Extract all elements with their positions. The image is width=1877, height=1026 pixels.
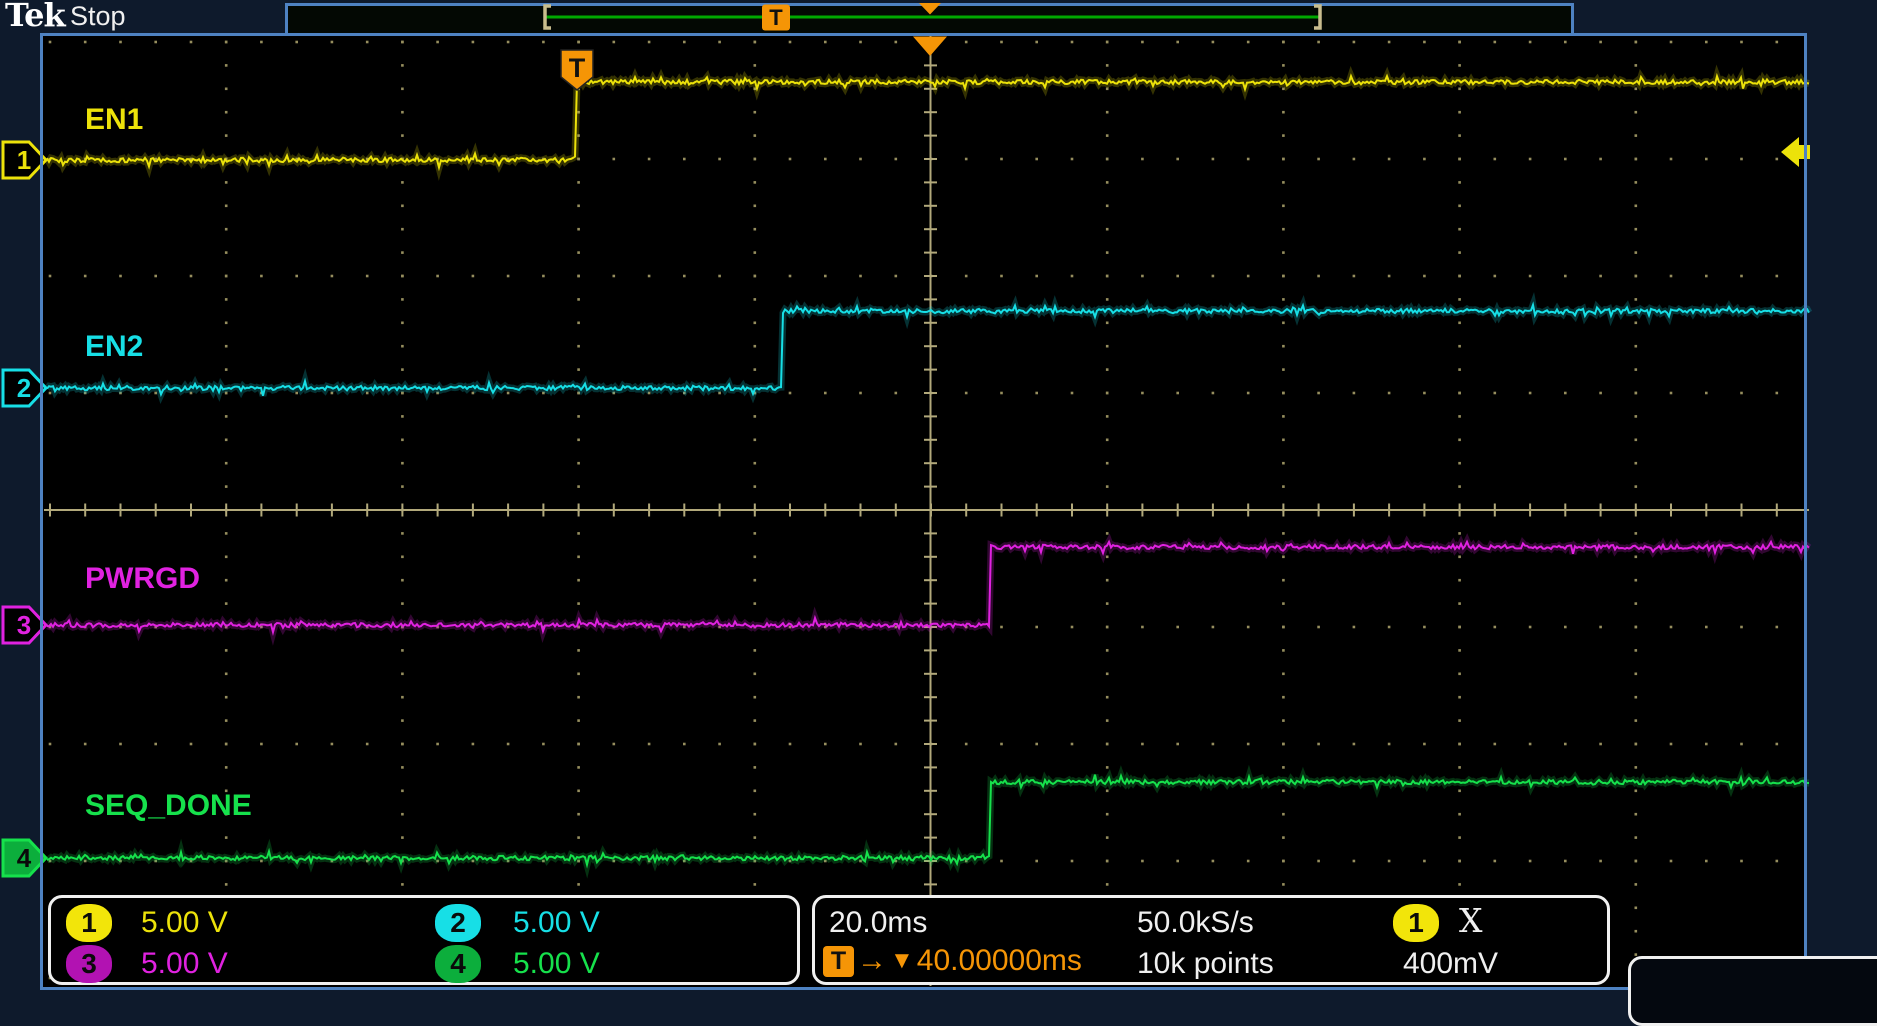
channel-scale-readout-box: 1 5.00 V 2 5.00 V 3 5.00 V 4 5.00 V bbox=[48, 895, 800, 985]
timebase-trigger-readout-box: 20.0ms 50.0kS/s 1 X T → ▼ 40.00000ms 10k… bbox=[812, 895, 1610, 985]
aux-readout-box bbox=[1628, 956, 1877, 1026]
arrow-right-icon: → bbox=[857, 944, 887, 977]
trace-label-en2: EN2 bbox=[85, 330, 144, 363]
channel3-position-marker[interactable]: 3 bbox=[4, 606, 44, 644]
timebase-scale: 20.0ms bbox=[829, 906, 928, 939]
channel2-position-marker[interactable]: 2 bbox=[4, 369, 44, 407]
minimap-trigger-badge[interactable]: T bbox=[762, 5, 790, 31]
trace-label-pwrgd: PWRGD bbox=[85, 562, 200, 595]
ch1-scale: 5.00 V bbox=[141, 906, 228, 939]
oscilloscope-screen: Tek Stop EN1 EN2 PWRGD SEQ_DONE 1 2 3 4 … bbox=[0, 0, 1877, 1026]
record-length: 10k points bbox=[1137, 947, 1274, 980]
channel1-position-marker[interactable]: 1 bbox=[4, 141, 44, 179]
graticule bbox=[1, 3, 1813, 986]
trigger-delay-readout: T → ▼ 40.00000ms bbox=[823, 944, 1082, 978]
ch2-scale: 5.00 V bbox=[513, 906, 600, 939]
ch4-scale: 5.00 V bbox=[513, 947, 600, 980]
trace-label-seq-done: SEQ_DONE bbox=[85, 789, 252, 822]
ch3-badge: 3 bbox=[66, 945, 112, 983]
channel4-position-marker[interactable]: 4 bbox=[4, 839, 44, 877]
ch4-badge: 4 bbox=[435, 945, 481, 983]
trigger-source-badge: 1 bbox=[1393, 904, 1439, 942]
trigger-level: 400mV bbox=[1403, 947, 1499, 980]
trigger-point-badge[interactable]: T bbox=[561, 53, 593, 84]
delay-marker-icon: ▼ bbox=[890, 947, 914, 974]
ch1-badge: 1 bbox=[66, 904, 112, 942]
sample-rate: 50.0kS/s bbox=[1137, 906, 1254, 939]
trigger-slope-glyph: X bbox=[1459, 901, 1483, 940]
ch3-scale: 5.00 V bbox=[141, 947, 228, 980]
trace-label-en1: EN1 bbox=[85, 103, 144, 136]
trigger-delay-value: 40.00000ms bbox=[916, 944, 1082, 977]
ch2-badge: 2 bbox=[435, 904, 481, 942]
trigger-t-icon: T bbox=[823, 945, 854, 977]
